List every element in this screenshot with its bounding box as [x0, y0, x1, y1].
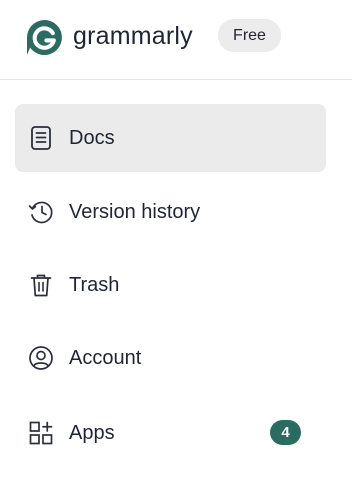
sidebar-item-apps[interactable]: Apps 4	[15, 399, 326, 467]
sidebar-item-account[interactable]: Account	[15, 324, 326, 392]
sidebar-item-label: Apps	[69, 422, 115, 444]
history-icon	[28, 201, 53, 224]
sidebar-item-label: Version history	[69, 201, 201, 223]
apps-count-badge: 4	[270, 420, 301, 445]
document-icon	[31, 126, 51, 150]
apps-grid-icon	[29, 421, 53, 445]
account-icon	[29, 346, 53, 370]
sidebar-item-version-history[interactable]: Version history	[15, 178, 326, 246]
sidebar-item-docs[interactable]: Docs	[15, 104, 326, 172]
app-header: grammarly Free	[0, 0, 352, 80]
sidebar-item-label: Docs	[69, 127, 115, 149]
grammarly-logo-icon[interactable]	[27, 20, 62, 55]
sidebar-item-label: Account	[69, 347, 142, 369]
sidebar-item-trash[interactable]: Trash	[15, 251, 326, 319]
sidebar-item-label: Trash	[69, 274, 120, 296]
trash-icon	[30, 274, 52, 297]
plan-badge[interactable]: Free	[218, 19, 281, 52]
brand-name: grammarly	[73, 22, 193, 50]
